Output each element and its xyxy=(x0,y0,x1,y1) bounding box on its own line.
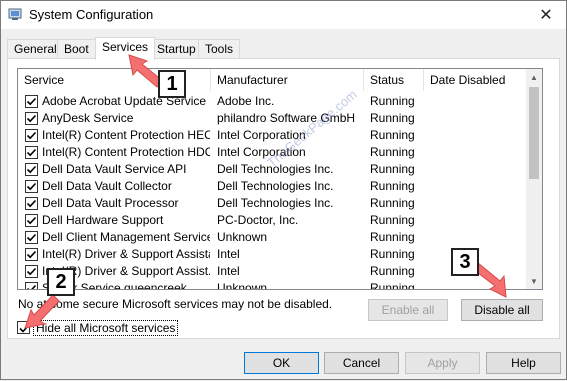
apply-button[interactable]: Apply xyxy=(405,352,480,374)
scroll-thumb[interactable] xyxy=(529,87,539,179)
step-1-badge: 1 xyxy=(158,70,186,98)
service-checkbox[interactable] xyxy=(25,214,38,227)
manufacturer-cell: Intel xyxy=(217,247,240,261)
scroll-up-icon[interactable]: ▲ xyxy=(526,69,542,85)
checkmark-icon xyxy=(26,199,37,208)
service-name-cell: Intel(R) Content Protection HDC... xyxy=(42,145,210,159)
table-row[interactable]: AnyDesk Service philandro Software GmbH Ru… xyxy=(18,110,528,127)
scroll-down-icon[interactable]: ▼ xyxy=(526,273,542,289)
service-name-cell: AnyDesk Service xyxy=(42,111,134,125)
manufacturer-cell: PC-Doctor, Inc. xyxy=(217,213,299,227)
service-checkbox[interactable] xyxy=(25,248,38,261)
checkmark-icon xyxy=(19,324,30,333)
status-cell: Running xyxy=(370,111,415,125)
status-cell: Running xyxy=(370,264,415,278)
status-cell: Running xyxy=(370,128,415,142)
status-cell: Running xyxy=(370,179,415,193)
checkmark-icon xyxy=(26,267,37,276)
checkmark-icon xyxy=(26,148,37,157)
enable-all-button[interactable]: Enable all xyxy=(368,299,448,321)
system-configuration-window: System Configuration ✕ General Boot Serv… xyxy=(0,0,567,380)
service-name-cell: Dell Client Management Service xyxy=(42,230,210,244)
title-bar: System Configuration ✕ xyxy=(1,1,566,29)
service-name-cell: Dell Data Vault Service API xyxy=(42,162,187,176)
table-row[interactable]: Dell Data Vault Processor Dell Technologi… xyxy=(18,195,528,212)
tab-services[interactable]: Services xyxy=(95,37,156,60)
service-checkbox[interactable] xyxy=(25,282,38,289)
column-header-date-disabled[interactable]: Date Disabled xyxy=(424,69,528,91)
tab-general[interactable]: General xyxy=(7,39,64,59)
service-name-cell: Dell Data Vault Collector xyxy=(42,179,172,193)
status-cell: Running xyxy=(370,196,415,210)
checkmark-icon xyxy=(26,114,37,123)
table-row[interactable]: Dell Client Management Service Unknown Run… xyxy=(18,229,528,246)
status-cell: Running xyxy=(370,230,415,244)
status-cell: Running xyxy=(370,145,415,159)
status-cell: Running xyxy=(370,94,415,108)
close-icon: ✕ xyxy=(539,7,553,24)
list-header: Service Manufacturer Status Date Disable… xyxy=(18,69,528,91)
table-row[interactable]: Adobe Acrobat Update Service Adobe Inc. Ru… xyxy=(18,93,528,110)
manufacturer-cell: Intel xyxy=(217,264,240,278)
close-button[interactable]: ✕ xyxy=(526,1,566,29)
service-checkbox[interactable] xyxy=(25,163,38,176)
service-checkbox[interactable] xyxy=(25,265,38,278)
dialog-footer: OK Cancel Apply Help xyxy=(1,343,566,379)
service-checkbox[interactable] xyxy=(25,197,38,210)
help-button[interactable]: Help xyxy=(486,352,561,374)
service-name-cell: Dell Hardware Support xyxy=(42,213,164,227)
window-title: System Configuration xyxy=(29,7,154,22)
service-checkbox[interactable] xyxy=(25,180,38,193)
manufacturer-cell: Unknown xyxy=(217,281,268,290)
service-checkbox[interactable] xyxy=(25,146,38,159)
tab-startup[interactable]: Startup xyxy=(150,39,203,59)
hide-microsoft-services-label[interactable]: Hide all Microsoft services xyxy=(33,320,179,336)
checkmark-icon xyxy=(26,233,37,242)
checkmark-icon xyxy=(26,165,37,174)
column-header-status[interactable]: Status xyxy=(364,69,424,91)
checkmark-icon xyxy=(26,250,37,259)
step-3-badge: 3 xyxy=(451,248,479,276)
service-name-cell: Intel(R) Driver & Support Assistant xyxy=(42,247,210,261)
manufacturer-cell: Dell Technologies Inc. xyxy=(217,196,334,210)
tab-boot[interactable]: Boot xyxy=(57,39,96,59)
manufacturer-cell: Unknown xyxy=(217,230,268,244)
cancel-button[interactable]: Cancel xyxy=(324,352,399,374)
service-checkbox[interactable] xyxy=(25,112,38,125)
table-row[interactable]: Dell Hardware Support PC-Doctor, Inc. Runn… xyxy=(18,212,528,229)
status-cell: Running xyxy=(370,162,415,176)
vertical-scrollbar[interactable]: ▲ ▼ xyxy=(526,69,542,289)
service-checkbox[interactable] xyxy=(25,129,38,142)
table-row[interactable]: Server Service queencreek Unknown Running xyxy=(18,280,528,290)
table-row[interactable]: Intel(R) Content Protection HEC... Intel … xyxy=(18,127,528,144)
service-checkbox[interactable] xyxy=(25,95,38,108)
hide-microsoft-services-checkbox[interactable] xyxy=(17,321,30,334)
manufacturer-cell: Dell Technologies Inc. xyxy=(217,179,334,193)
checkmark-icon xyxy=(26,131,37,140)
status-cell: Running xyxy=(370,213,415,227)
checkmark-icon xyxy=(26,97,37,106)
checkmark-icon xyxy=(27,284,37,289)
step-2-badge: 2 xyxy=(47,268,75,296)
column-header-manufacturer[interactable]: Manufacturer xyxy=(211,69,364,91)
microsoft-services-note: No at some secure Microsoft services may… xyxy=(18,297,333,311)
checkmark-icon xyxy=(26,182,37,191)
status-cell: Running xyxy=(370,247,415,261)
service-name-cell: Intel(R) Content Protection HEC... xyxy=(42,128,210,142)
app-icon xyxy=(8,8,22,20)
service-checkbox[interactable] xyxy=(25,231,38,244)
manufacturer-cell: Dell Technologies Inc. xyxy=(217,162,334,176)
tab-tools[interactable]: Tools xyxy=(198,39,241,59)
service-name-cell: Dell Data Vault Processor xyxy=(42,196,179,210)
checkmark-icon xyxy=(26,216,37,225)
table-row[interactable]: Dell Data Vault Collector Dell Technologi… xyxy=(18,178,528,195)
ok-button[interactable]: OK xyxy=(244,352,319,374)
status-cell: Running xyxy=(370,281,415,290)
disable-all-button[interactable]: Disable all xyxy=(461,299,543,321)
